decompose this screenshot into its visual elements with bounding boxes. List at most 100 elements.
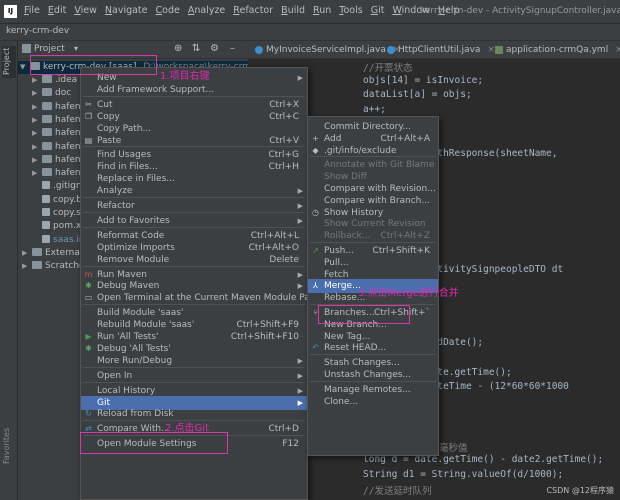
menu-run[interactable]: Run [313, 5, 331, 16]
java-class-icon [255, 46, 263, 54]
yaml-file-icon [495, 46, 503, 54]
menu-analyze[interactable]: Analyze [188, 5, 225, 16]
collapse-icon[interactable]: ⇅ [192, 43, 200, 54]
menu-separator [83, 95, 305, 97]
tree-item[interactable]: saas.ir [18, 234, 82, 247]
editor-tabs: MyInvoiceServiceImpl.java × HttpClientUt… [248, 41, 620, 59]
gear-icon[interactable]: ⚙ [210, 43, 219, 54]
tree-item[interactable]: ▶ hafen [18, 101, 81, 114]
menu-item-label: Open Terminal at the Current Maven Modul… [97, 293, 320, 304]
close-icon[interactable]: × [615, 45, 620, 55]
menu-build[interactable]: Build [281, 5, 305, 16]
tree-item[interactable]: copy.b [18, 194, 82, 207]
menu-tools[interactable]: Tools [339, 5, 362, 16]
menu-refactor[interactable]: Refactor [233, 5, 273, 16]
menu-git[interactable]: Git [371, 5, 385, 16]
highlight-project-root [30, 55, 157, 75]
project-view-dropdown[interactable]: Project [34, 44, 65, 54]
tree-item[interactable]: ▶ hafen [18, 167, 81, 180]
folder-icon [32, 261, 42, 270]
chevron-down-icon[interactable]: ▾ [74, 44, 78, 53]
push-icon: ↗ [312, 246, 319, 255]
context_menu-item-add-framework-support[interactable]: Add Framework Support... [81, 83, 307, 97]
submenu-arrow-icon: ▶ [297, 356, 303, 365]
chevron-right-icon[interactable]: ▶ [32, 114, 42, 127]
tree-item-label: hafen [55, 101, 81, 112]
debug-icon: ✱ [85, 343, 92, 353]
context_menu-item-analyze[interactable]: Analyze ▶ [81, 184, 307, 198]
menu-edit[interactable]: Edit [48, 5, 66, 16]
annotation-step1: 1.项目右键 [160, 71, 210, 82]
menu-item-label: Add Framework Support... [97, 84, 215, 95]
code-line: //开票状态 [363, 63, 413, 74]
menu-item-label: Analyze [97, 186, 133, 197]
tree-item[interactable]: ▶ hafen [18, 141, 81, 154]
tree-item[interactable]: ▶ hafen [18, 127, 81, 140]
minimize-icon[interactable]: – [230, 43, 235, 54]
menu-separator [83, 197, 305, 198]
chevron-right-icon[interactable]: ▶ [32, 87, 42, 100]
tree-item[interactable]: .gitign [18, 180, 82, 193]
tab-myinvoiceserviceimpl[interactable]: MyInvoiceServiceImpl.java × [252, 41, 400, 59]
git_menu-item-clone[interactable]: Clone... [308, 395, 438, 409]
context_menu-item-refactor[interactable]: Refactor ▶ [81, 199, 307, 213]
context_menu-item-paste[interactable]: ▤ Paste Ctrl+V [81, 134, 307, 148]
tree-item[interactable]: ▶ Scratches [18, 260, 89, 273]
globe-icon[interactable]: ⊕ [174, 43, 182, 54]
folder-icon [42, 154, 52, 163]
shortcut-label: Delete [269, 254, 299, 265]
menu-navigate[interactable]: Navigate [105, 5, 148, 16]
menu-file[interactable]: File [24, 5, 40, 16]
run-icon: ▶ [85, 332, 92, 341]
tree-item[interactable]: ▶ hafen [18, 114, 81, 127]
code-line: a++; [363, 103, 386, 115]
file-icon [42, 208, 50, 216]
chevron-right-icon[interactable]: ▶ [32, 127, 42, 140]
tree-item[interactable]: pom.x [18, 220, 81, 233]
context_menu-item-open-in[interactable]: Open In ▶ [81, 369, 307, 383]
tree-item-label: hafen [55, 168, 81, 179]
breadcrumb-project[interactable]: kerry-crm-dev [6, 26, 69, 36]
context_menu-item-open-terminal-at-the-current-maven-module-path[interactable]: ▭ Open Terminal at the Current Maven Modu… [81, 291, 319, 305]
tree-item[interactable]: ▶ hafen [18, 154, 81, 167]
file-icon [42, 221, 50, 230]
tree-item[interactable]: copy.sl [18, 207, 83, 220]
menu-separator [83, 304, 305, 306]
tree-item-label: copy.b [53, 194, 82, 205]
tree-item-label: hafen [55, 128, 81, 139]
tree-item[interactable]: ▶ doc [18, 87, 71, 100]
chevron-right-icon[interactable]: ▶ [32, 167, 42, 180]
code-line: String d1 = String.valueOf(d/1000); [363, 468, 564, 480]
annotation-step3: 3.点击Merge进行合并 [358, 288, 459, 299]
folder-icon [32, 247, 42, 256]
tab-httpclientutil[interactable]: HttpClientUtil.java × [384, 41, 495, 59]
tree-item[interactable]: ▶ .idea [18, 74, 77, 87]
tab-application-crmqa[interactable]: application-crmQa.yml × [492, 41, 620, 59]
menu-item-label: Add to Favorites [97, 215, 170, 226]
project-tool-tab[interactable]: Project [2, 46, 16, 78]
cut-icon: ✂ [85, 99, 92, 109]
shortcut-label: Ctrl+V [269, 135, 299, 146]
favorites-tool-tab[interactable]: Favorites [2, 394, 16, 464]
chevron-right-icon[interactable]: ▶ [22, 260, 32, 273]
context_menu-item-add-to-favorites[interactable]: Add to Favorites ▶ [81, 214, 307, 228]
tree-item-label: hafen [55, 141, 81, 152]
menu-separator [83, 146, 305, 148]
menu-view[interactable]: View [74, 5, 97, 16]
tree-item-label: copy.sl [53, 208, 84, 218]
tree-item-label: saas.ir [53, 234, 83, 245]
chevron-right-icon[interactable]: ▶ [22, 247, 32, 260]
chevron-right-icon[interactable]: ▶ [32, 101, 42, 114]
tree-item-label: doc [55, 88, 72, 99]
code-line: dataList[a] = objs; [363, 89, 472, 101]
chevron-right-icon[interactable]: ▶ [32, 141, 42, 154]
tree-item-label: .gitign [53, 181, 82, 192]
menu-item-label: Open In [97, 370, 133, 381]
menu-code[interactable]: Code [156, 5, 180, 16]
shortcut-label: Ctrl+D [268, 424, 300, 435]
chevron-right-icon[interactable]: ▶ [32, 154, 42, 167]
context_menu-item-more-run-debug[interactable]: More Run/Debug ▶ [81, 354, 307, 368]
context_menu-item-remove-module[interactable]: Remove Module Delete [81, 253, 307, 267]
chevron-down-icon[interactable]: ▼ [20, 61, 30, 74]
chevron-right-icon[interactable]: ▶ [32, 74, 42, 87]
